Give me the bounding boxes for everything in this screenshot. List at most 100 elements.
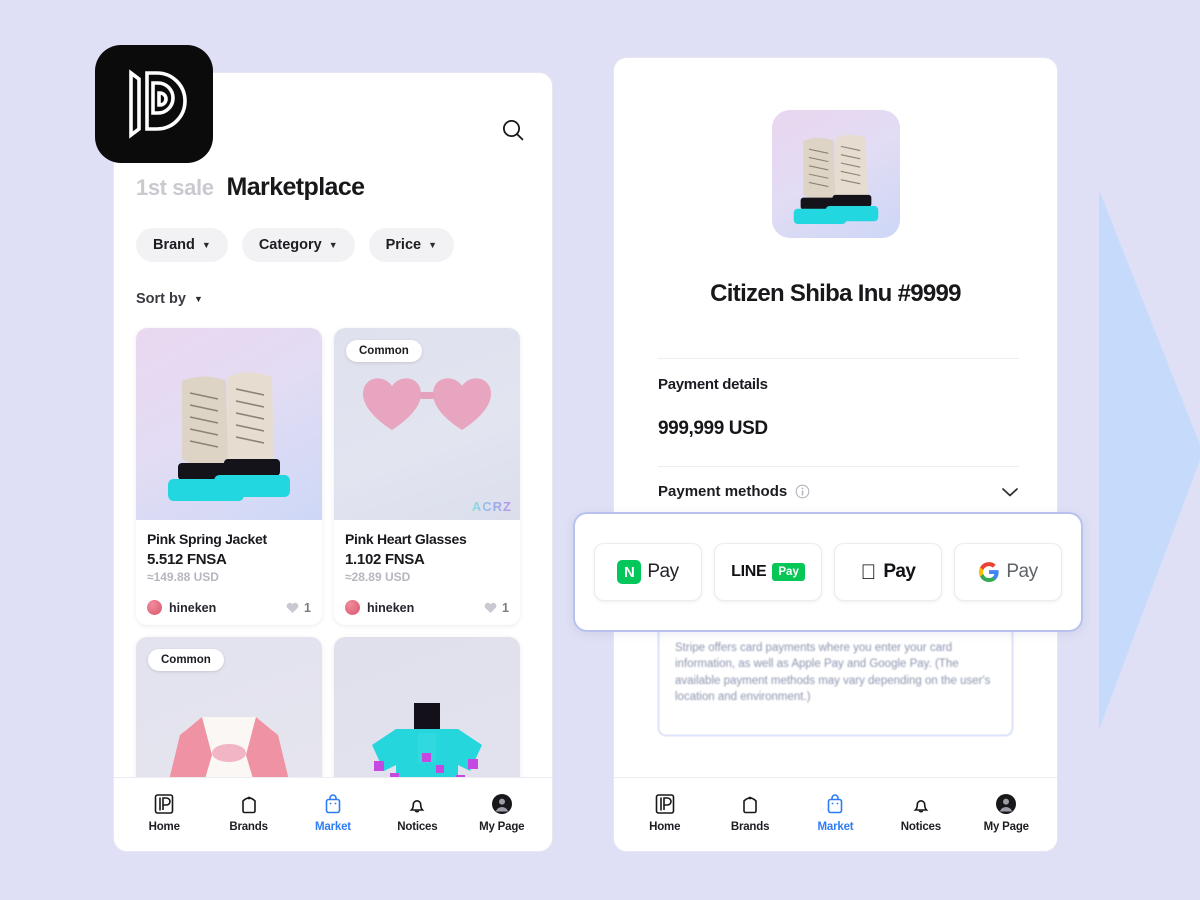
bottom-navigation: Home Brands Market Notices My Page [114,777,552,851]
apple-logo-icon:  [861,562,877,583]
product-price: 1.102 FNSA [345,551,425,568]
nav-item-brands[interactable]: Brands [215,792,283,833]
bottom-navigation: Home Brands Market Notices My Page [614,777,1057,851]
nav-item-my-page-label: My Page [479,821,525,833]
chevron-down-icon[interactable] [1001,486,1019,498]
line-pay-label: Pay [772,563,805,581]
heart-icon [286,602,299,613]
naver-pay-button[interactable]: N Pay [594,543,702,601]
naver-pay-icon: N [617,560,642,584]
filter-chip-brand-label: Brand [153,237,195,253]
avatar-icon [491,794,512,814]
nav-item-home[interactable]: Home [631,792,699,833]
product-price-usd: ≈149.88 USD [147,570,219,584]
search-icon[interactable] [496,113,530,147]
nav-item-brands-label: Brands [730,821,770,833]
watermark-label: ACRZ [471,499,512,514]
payment-methods-row[interactable]: Payment methods [658,483,1019,500]
page-title-eyebrow: 1st sale [136,175,214,200]
product-card-footer: hineken 1 [136,593,322,625]
product-seller-name: hineken [169,600,217,615]
nav-item-home-label: Home [148,821,180,833]
info-circle-icon[interactable] [795,484,810,499]
filter-chip-category-label: Category [258,237,322,253]
sort-by-label: Sort by [136,291,186,307]
app-logo-d-mark-icon [129,69,187,139]
chevron-down-icon: ▼ [193,293,203,304]
stripe-payment-note: Stripe offers card payments where you en… [658,626,1013,736]
like-count-value: 1 [304,600,311,615]
product-seller[interactable]: hineken [147,600,216,615]
right-arrow-decoration-icon [1099,190,1200,730]
product-like-count[interactable]: 1 [484,601,509,615]
product-seller[interactable]: hineken [345,600,414,615]
nav-item-market[interactable]: Market [801,792,869,833]
chevron-down-icon: ▼ [201,239,211,250]
boots-illustration-icon [793,134,878,225]
product-name: Pink Spring Jacket [147,531,267,547]
nav-item-home[interactable]: Home [130,792,198,833]
nav-item-brands[interactable]: Brands [716,792,784,833]
filter-chip-price-label: Price [385,237,422,253]
product-card-body: Pink Spring Jacket 5.512 FNSA ≈149.88 US… [136,520,322,584]
divider [658,466,1019,467]
heart-icon [484,602,497,613]
product-card[interactable]: Pink Spring Jacket 5.512 FNSA ≈149.88 US… [136,328,322,625]
nav-item-market[interactable]: Market [299,792,367,833]
nav-item-brands-label: Brands [229,821,268,833]
filter-chip-brand[interactable]: Brand ▼ [136,228,228,262]
like-count-value: 1 [502,600,509,615]
heart-glasses-illustration-icon [363,378,491,430]
naver-pay-label: Pay [647,561,679,582]
product-card-body: Pink Heart Glasses 1.102 FNSA ≈28.89 USD [334,520,520,584]
apple-pay-label: Pay [875,561,916,582]
divider [658,358,1019,359]
payment-methods-left: Payment methods [658,483,810,500]
product-like-count[interactable]: 1 [286,601,311,615]
google-pay-button[interactable]: Pay [954,543,1062,601]
nav-item-notices[interactable]: Notices [383,792,451,833]
nav-item-home-label: Home [649,821,681,833]
sort-by-control[interactable]: Sort by ▼ [136,291,203,307]
product-image-boots [136,328,322,520]
chevron-down-icon: ▼ [328,239,338,250]
boots-illustration-icon [168,372,290,501]
tag-icon [241,796,256,814]
apple-pay-button[interactable]:  Pay [834,543,942,601]
home-logo-icon [655,794,674,814]
filter-chip-category[interactable]: Category ▼ [241,228,355,262]
filter-chip-price[interactable]: Price ▼ [368,228,455,262]
nav-item-my-page-label: My Page [983,821,1029,833]
google-pay-label: Pay [1006,561,1038,582]
page-title-main: Marketplace [226,173,366,201]
nav-item-my-page[interactable]: My Page [972,792,1040,833]
product-detail-image [771,110,900,238]
payment-methods-label: Payment methods [658,483,788,500]
product-price: 5.512 FNSA [147,551,227,568]
product-image-heart-glasses: Common ACRZ [334,328,520,520]
product-card[interactable]: Common ACRZ Pink Heart Glasses 1.102 FNS… [334,328,520,625]
product-card-footer: hineken 1 [334,593,520,625]
nav-item-notices-label: Notices [900,821,941,833]
avatar-icon [996,794,1017,814]
line-pay-button[interactable]: LINE Pay [714,543,822,601]
marketplace-phone-screen: 1st sale Marketplace Brand ▼ Category ▼ … [113,72,553,852]
nav-item-market-label: Market [315,821,351,833]
google-g-icon [979,562,999,583]
product-name: Pink Heart Glasses [345,531,467,547]
product-price-usd: ≈28.89 USD [345,570,411,584]
shopping-bag-icon [828,794,843,814]
home-logo-icon [154,794,174,814]
product-grid: Pink Spring Jacket 5.512 FNSA ≈149.88 US… [136,328,532,829]
nav-item-notices-label: Notices [397,821,438,833]
chevron-down-icon: ▼ [428,239,438,250]
rarity-badge: Common [148,649,224,671]
bell-icon [913,800,929,813]
nav-item-my-page[interactable]: My Page [468,792,536,833]
nav-item-notices[interactable]: Notices [887,792,955,833]
bell-icon [409,800,425,813]
payment-amount: 999,999 USD [658,418,768,439]
avatar-icon [147,600,162,615]
app-logo-badge [95,45,213,163]
avatar-icon [345,600,360,615]
